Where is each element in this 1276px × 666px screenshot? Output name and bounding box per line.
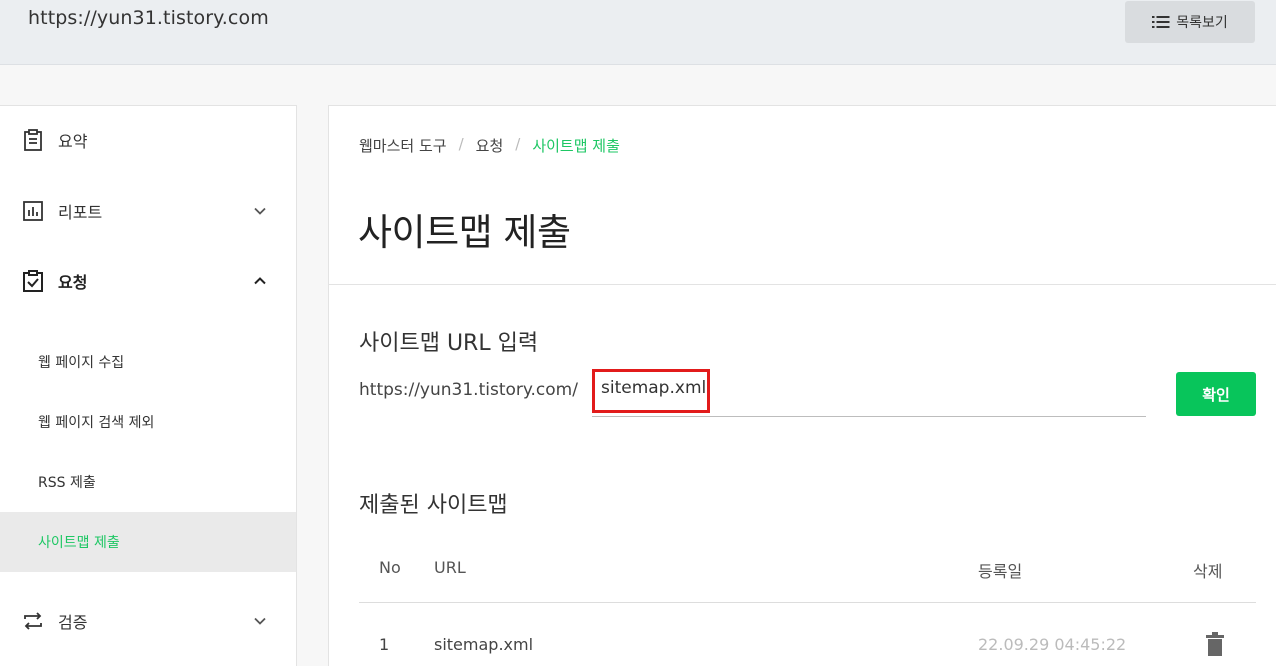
sitemap-url-section-title: 사이트맵 URL 입력 (359, 331, 539, 356)
sidebar-subitem-page-collect[interactable]: 웹 페이지 수집 (0, 332, 296, 392)
column-header-date: 등록일 (978, 562, 1023, 581)
breadcrumb-item[interactable]: 웹마스터 도구 (359, 135, 447, 156)
repeat-icon (24, 612, 42, 630)
sidebar-item-label: 리포트 (58, 203, 103, 222)
list-view-button[interactable]: 목록보기 (1125, 1, 1255, 43)
sidebar-item-request[interactable]: 요청 (0, 251, 296, 311)
main-content: 웹마스터 도구 / 요청 / 사이트맵 제출 사이트맵 제출 사이트맵 URL … (328, 105, 1276, 666)
site-url[interactable]: https://yun31.tistory.com (28, 7, 269, 29)
row-no: 1 (379, 635, 390, 654)
clipboard-icon (24, 129, 42, 151)
confirm-button[interactable]: 확인 (1176, 372, 1256, 416)
sidebar-subitem-rss-submit[interactable]: RSS 제출 (0, 452, 296, 512)
list-view-label: 목록보기 (1176, 15, 1228, 31)
sidebar: 요약 리포트 요청 웹 페이지 수집 웹 페이지 검색 제외 RSS 제출 사이… (0, 105, 297, 666)
sidebar-subitem-label: 웹 페이지 검색 제외 (38, 415, 155, 431)
sidebar-item-verify[interactable]: 검증 (0, 591, 296, 651)
sidebar-subitem-search-exclude[interactable]: 웹 페이지 검색 제외 (0, 392, 296, 452)
sidebar-subitem-label: 사이트맵 제출 (38, 535, 120, 551)
submitted-sitemaps-title: 제출된 사이트맵 (359, 493, 508, 518)
column-header-no: No (379, 558, 401, 577)
sidebar-subitem-label: RSS 제출 (38, 475, 96, 491)
sitemap-url-input[interactable]: sitemap.xml (592, 369, 710, 413)
sidebar-subitem-sitemap-submit[interactable]: 사이트맵 제출 (0, 512, 296, 572)
divider (329, 284, 1276, 285)
sitemap-url-field[interactable]: sitemap.xml (592, 369, 1146, 417)
bar-chart-icon (23, 201, 43, 221)
column-header-url: URL (434, 558, 466, 577)
top-bar: https://yun31.tistory.com 목록보기 (0, 0, 1276, 65)
sidebar-item-label: 검증 (58, 613, 88, 632)
sidebar-item-label: 요청 (58, 273, 88, 292)
sidebar-item-report[interactable]: 리포트 (0, 181, 296, 241)
sidebar-item-label: 요약 (58, 132, 88, 151)
breadcrumb-item[interactable]: 요청 (476, 135, 504, 156)
table-header-divider (359, 602, 1256, 603)
sidebar-subitem-label: 웹 페이지 수집 (38, 355, 125, 371)
sitemap-url-prefix: https://yun31.tistory.com/ (359, 380, 578, 400)
page-title: 사이트맵 제출 (358, 211, 571, 254)
clipboard-check-icon (23, 270, 43, 292)
breadcrumb: 웹마스터 도구 / 요청 / 사이트맵 제출 (359, 135, 620, 156)
breadcrumb-separator: / (515, 135, 521, 153)
column-header-delete: 삭제 (1193, 562, 1223, 581)
trash-icon[interactable] (1205, 632, 1225, 656)
row-url: sitemap.xml (434, 635, 534, 654)
breadcrumb-current: 사이트맵 제출 (532, 137, 620, 155)
chevron-down-icon[interactable] (252, 613, 268, 629)
row-date: 22.09.29 04:45:22 (978, 635, 1127, 654)
sidebar-item-summary[interactable]: 요약 (0, 110, 296, 170)
chevron-down-icon[interactable] (252, 203, 268, 219)
list-icon (1152, 16, 1170, 28)
chevron-up-icon[interactable] (252, 273, 268, 289)
breadcrumb-separator: / (458, 135, 464, 153)
